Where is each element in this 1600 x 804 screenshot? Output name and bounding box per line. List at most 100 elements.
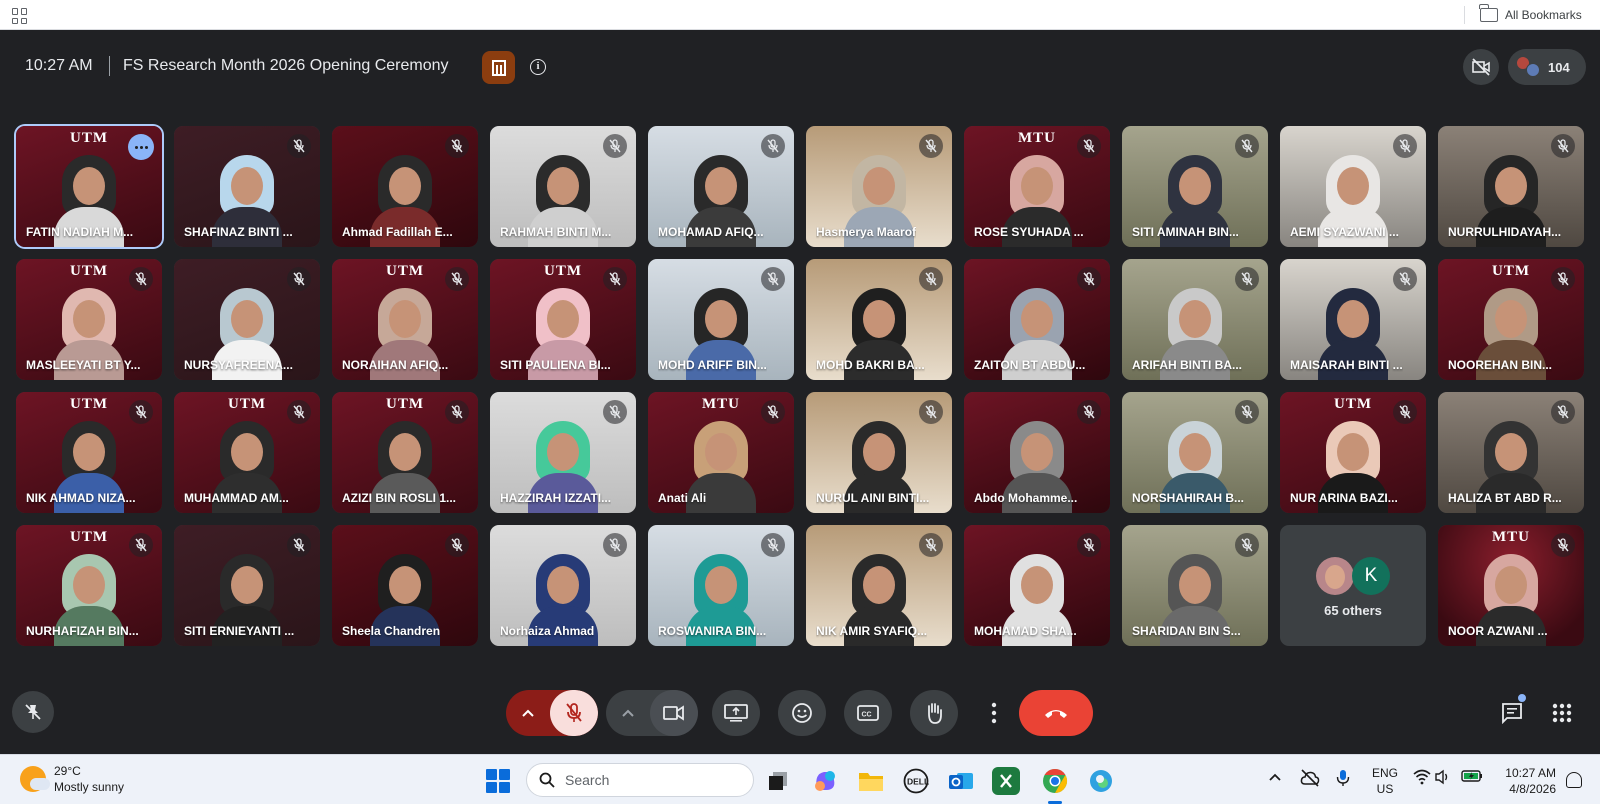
pin-toggle-button[interactable] (12, 691, 54, 733)
reactions-button[interactable] (778, 690, 826, 736)
participant-tile[interactable]: Norhaiza Ahmad (490, 525, 636, 646)
task-view-icon[interactable] (764, 767, 792, 795)
all-bookmarks-button[interactable]: All Bookmarks (1479, 0, 1582, 30)
mic-off-icon (566, 703, 582, 722)
camera-toggle-button[interactable] (650, 690, 698, 736)
participant-tile[interactable]: NIK AMIR SYAFIQ... (806, 525, 952, 646)
captions-button[interactable]: CC (844, 690, 892, 736)
participant-tile[interactable]: HAZZIRAH IZZATI... (490, 392, 636, 513)
participant-tile[interactable]: NURRULHIDAYAH... (1438, 126, 1584, 247)
mic-off-icon (1393, 134, 1417, 158)
participant-tile[interactable]: MOHD BAKRI BA... (806, 259, 952, 380)
dell-icon[interactable]: DELL (902, 767, 930, 795)
camera-options-button[interactable] (606, 690, 650, 736)
present-screen-button[interactable] (712, 690, 760, 736)
participant-tile[interactable]: RAHMAH BINTI M... (490, 126, 636, 247)
participant-name: AZIZI BIN ROSLI 1... (342, 491, 457, 505)
battery-charging-icon[interactable] (1461, 769, 1483, 786)
participant-name: SITI AMINAH BIN... (1132, 225, 1239, 239)
participant-tile[interactable]: UTM NUR ARINA BAZI... (1280, 392, 1426, 513)
leave-call-button[interactable] (1019, 690, 1093, 736)
participant-tile[interactable]: UTM MASLEEYATI BT Y... (16, 259, 162, 380)
participant-tile[interactable]: UTM NORAIHAN AFIQ... (332, 259, 478, 380)
file-explorer-icon[interactable] (857, 767, 885, 795)
more-options-button[interactable] (976, 690, 1012, 736)
breakout-room-button[interactable] (482, 51, 515, 84)
participant-tile[interactable]: SITI ERNIEYANTI ... (174, 525, 320, 646)
taskbar-search[interactable]: Search (526, 763, 754, 797)
participant-tile[interactable]: HALIZA BT ABD R... (1438, 392, 1584, 513)
participant-name: SHAFINAZ BINTI ... (184, 225, 293, 239)
hang-up-icon (1045, 710, 1067, 718)
windows-start-icon[interactable] (486, 769, 510, 793)
excel-icon[interactable] (992, 767, 1020, 795)
participant-name: SITI ERNIEYANTI ... (184, 624, 295, 638)
participant-tile[interactable]: MOHAMAD AFIQ... (648, 126, 794, 247)
others-tile[interactable]: K 65 others (1280, 525, 1426, 646)
outlook-icon[interactable] (947, 767, 975, 795)
participant-name: MOHAMAD SHA... (974, 624, 1077, 638)
participant-tile[interactable]: MAISARAH BINTI ... (1280, 259, 1426, 380)
chat-button[interactable] (1499, 700, 1525, 726)
copilot-icon[interactable] (811, 767, 839, 795)
activities-button[interactable] (1549, 700, 1575, 726)
info-icon[interactable]: i (530, 59, 546, 75)
people-button[interactable]: 104 (1508, 49, 1586, 85)
notification-bell-icon[interactable] (1566, 772, 1582, 788)
participant-tile[interactable]: MTU Anati Ali (648, 392, 794, 513)
participant-tile[interactable]: AEMI SYAZWANI ... (1280, 126, 1426, 247)
participant-tile[interactable]: UTM SITI PAULIENA BI... (490, 259, 636, 380)
camera-off-indicator-button[interactable] (1463, 49, 1499, 85)
show-hidden-icons-button[interactable] (1268, 771, 1282, 785)
participant-name: MUHAMMAD AM... (184, 491, 289, 505)
participant-tile[interactable]: MOHD ARIFF BIN... (648, 259, 794, 380)
mic-off-icon (603, 400, 627, 424)
participant-tile[interactable]: SHAFINAZ BINTI ... (174, 126, 320, 247)
participant-tile[interactable]: ROSWANIRA BIN... (648, 525, 794, 646)
participant-tile[interactable]: ARIFAH BINTI BA... (1122, 259, 1268, 380)
participant-tile[interactable]: SITI AMINAH BIN... (1122, 126, 1268, 247)
participant-tile[interactable]: MTU ROSE SYUHADA ... (964, 126, 1110, 247)
participant-tile[interactable]: NURSYAFREENA... (174, 259, 320, 380)
participant-tile[interactable]: UTM NURHAFIZAH BIN... (16, 525, 162, 646)
participant-tile[interactable]: Sheela Chandren (332, 525, 478, 646)
wifi-icon[interactable] (1413, 769, 1431, 788)
participant-tile[interactable]: MTU NOOR AZWANI ... (1438, 525, 1584, 646)
participant-tile[interactable]: UTM NOOREHAN BIN... (1438, 259, 1584, 380)
participant-tile[interactable]: UTM AZIZI BIN ROSLI 1... (332, 392, 478, 513)
participant-tile[interactable]: SHARIDAN BIN S... (1122, 525, 1268, 646)
mic-toggle-button[interactable] (550, 690, 598, 736)
edge-icon[interactable] (1087, 767, 1115, 795)
participant-name: HAZZIRAH IZZATI... (500, 491, 612, 505)
mic-options-button[interactable] (506, 690, 550, 736)
participant-tile[interactable]: MOHAMAD SHA... (964, 525, 1110, 646)
mic-off-icon (129, 400, 153, 424)
participant-tile[interactable]: ZAITON BT ABDU... (964, 259, 1110, 380)
participant-tile[interactable]: UTM MUHAMMAD AM... (174, 392, 320, 513)
participant-name: NIK AHMAD NIZA... (26, 491, 136, 505)
apps-grid-icon[interactable] (12, 8, 28, 24)
video-camera-icon (663, 705, 684, 721)
cloud-offline-icon[interactable] (1300, 769, 1320, 790)
camera-control (606, 690, 698, 736)
participant-tile[interactable]: UTM FATIN NADIAH M... (16, 126, 162, 247)
microphone-tray-icon[interactable] (1336, 769, 1350, 790)
participant-name: NURHAFIZAH BIN... (26, 624, 139, 638)
mic-off-icon (1551, 400, 1575, 424)
chrome-icon[interactable] (1041, 767, 1069, 795)
participant-tile[interactable]: UTM NIK AHMAD NIZA... (16, 392, 162, 513)
participant-tile[interactable]: NURUL AINI BINTI... (806, 392, 952, 513)
weather-widget[interactable]: 29°C Mostly sunny (20, 763, 124, 795)
volume-icon[interactable] (1435, 769, 1451, 788)
mic-off-icon (919, 267, 943, 291)
closed-captions-icon: CC (857, 705, 879, 721)
participant-grid: UTM FATIN NADIAH M... SHAFINAZ BINTI ... Ah… (16, 126, 1586, 646)
participant-tile[interactable]: Hasmerya Maarof (806, 126, 952, 247)
participant-tile[interactable]: NORSHAHIRAH B... (1122, 392, 1268, 513)
participant-tile[interactable]: Abdo Mohamme... (964, 392, 1110, 513)
participant-tile[interactable]: Ahmad Fadillah E... (332, 126, 478, 247)
system-clock[interactable]: 10:27 AM 4/8/2026 (1498, 765, 1556, 797)
participant-more-options-button[interactable] (128, 134, 154, 160)
raise-hand-button[interactable] (910, 690, 958, 736)
language-indicator[interactable]: ENG US (1372, 765, 1398, 797)
